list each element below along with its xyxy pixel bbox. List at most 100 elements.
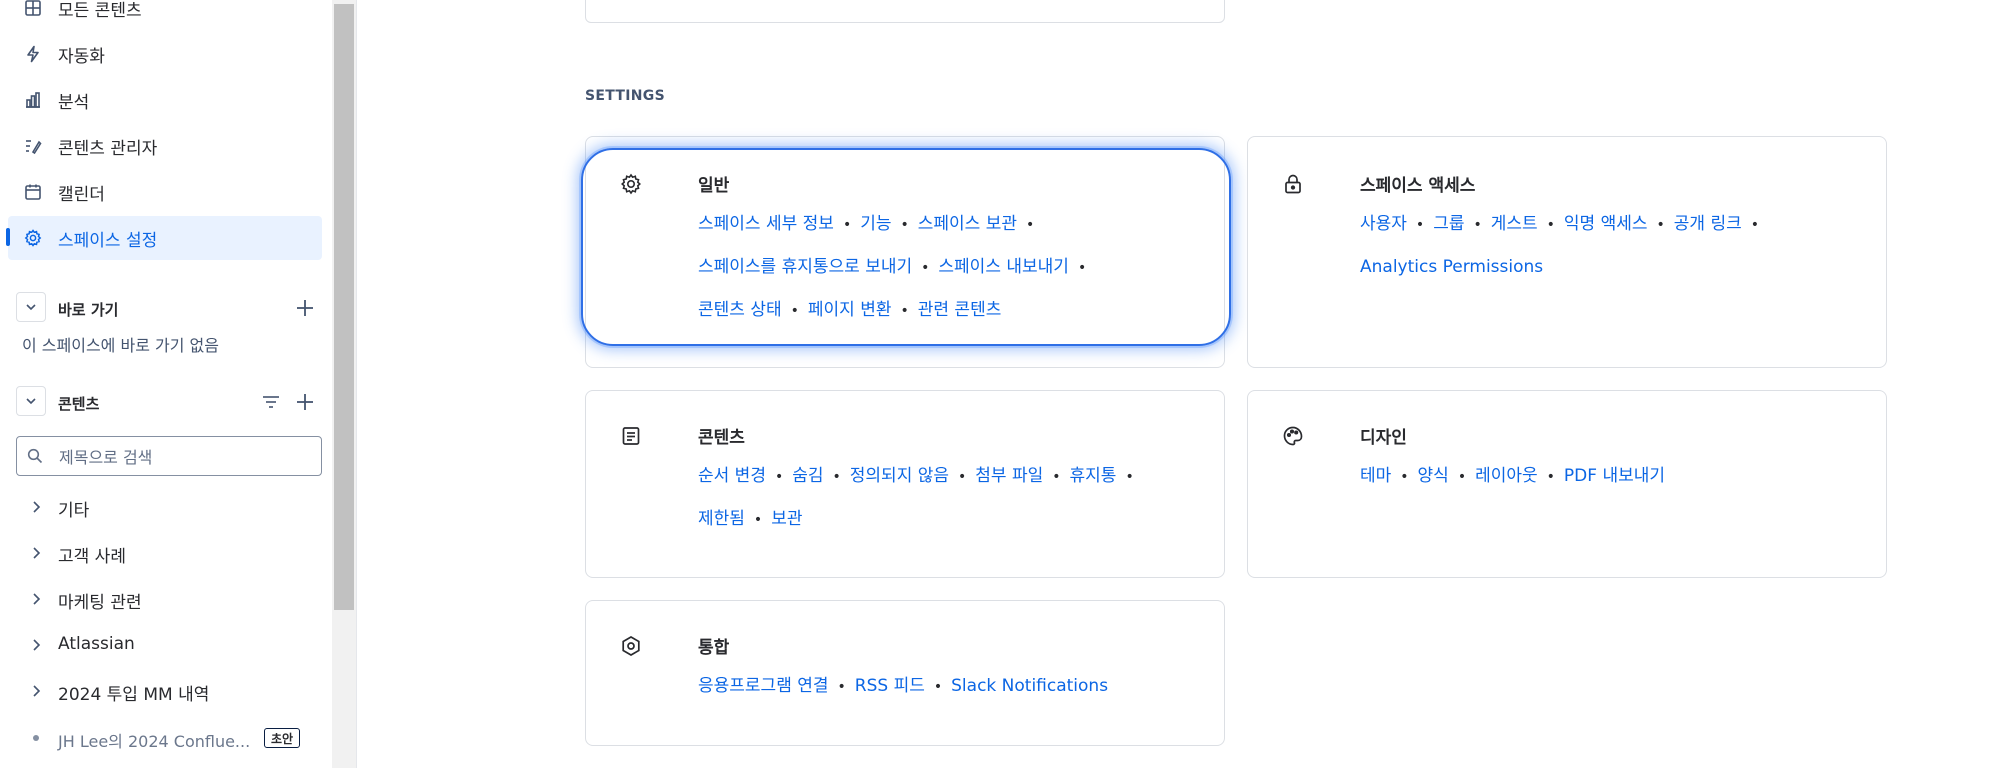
- card-design-title: 디자인: [1360, 428, 1407, 448]
- tree-item-label: Atlassian: [58, 634, 135, 654]
- tree-item-atlassian[interactable]: Atlassian: [8, 625, 322, 665]
- link-templates[interactable]: 양식: [1418, 466, 1449, 486]
- link-features[interactable]: 기능: [860, 214, 891, 234]
- link-guests[interactable]: 게스트: [1491, 214, 1538, 234]
- nav-item-content-manager[interactable]: 콘텐츠 관리자: [8, 124, 322, 168]
- link-app-connections[interactable]: 응용프로그램 연결: [698, 676, 829, 696]
- nav-item-space-settings[interactable]: 스페이스 설정: [8, 216, 322, 260]
- separator-dot: •: [1750, 217, 1760, 233]
- chevron-right-icon[interactable]: [28, 637, 44, 653]
- link-archived[interactable]: 보관: [771, 509, 802, 529]
- link-public-links[interactable]: 공개 링크: [1674, 214, 1742, 234]
- separator-dot: •: [1656, 217, 1665, 233]
- title-search-input[interactable]: [57, 443, 311, 471]
- search-icon: [27, 448, 43, 464]
- sidebar-scrollbar-thumb[interactable]: [334, 4, 354, 610]
- link-layout[interactable]: 레이아웃: [1475, 466, 1538, 486]
- link-export-space[interactable]: 스페이스 내보내기: [938, 257, 1069, 277]
- bullet-icon: [33, 735, 39, 741]
- separator-dot: •: [774, 469, 784, 485]
- card-space-access-title: 스페이스 액세스: [1360, 176, 1476, 196]
- separator-dot: •: [1026, 217, 1035, 233]
- calendar-icon: [25, 184, 41, 200]
- active-indicator: [6, 228, 10, 246]
- nav-item-label: 자동화: [58, 46, 105, 67]
- content-section-header: 콘텐츠: [16, 386, 322, 420]
- link-attachments[interactable]: 첨부 파일: [975, 466, 1043, 486]
- content-title: 콘텐츠: [58, 395, 100, 413]
- link-reorder[interactable]: 순서 변경: [698, 466, 766, 486]
- nav-item-automation[interactable]: 자동화: [8, 32, 322, 76]
- card-space-access-links: 사용자 • 그룹 • 게스트 • 익명 액세스 • 공개 링크 • Analytics Permi…: [1360, 203, 1866, 288]
- tree-item-label: 고객 사례: [58, 547, 126, 567]
- separator-dot: •: [921, 260, 930, 276]
- link-groups[interactable]: 그룹: [1433, 214, 1464, 234]
- previous-card: [585, 0, 1225, 23]
- link-archive-space[interactable]: 스페이스 보관: [918, 214, 1017, 234]
- card-design-links: 테마 • 양식 • 레이아웃 • PDF 내보내기: [1360, 455, 1866, 498]
- separator-dot: •: [837, 679, 846, 695]
- link-space-details[interactable]: 스페이스 세부 정보: [698, 214, 834, 234]
- nav-item-all-content[interactable]: 모든 콘텐츠: [8, 0, 322, 30]
- card-general-title: 일반: [698, 176, 730, 196]
- link-trash[interactable]: 휴지통: [1070, 466, 1117, 486]
- tree-item-etc[interactable]: 기타: [8, 487, 322, 527]
- separator-dot: •: [790, 303, 799, 319]
- link-pdf-export[interactable]: PDF 내보내기: [1564, 466, 1665, 486]
- separator-dot: •: [1415, 217, 1425, 233]
- shortcuts-empty-text: 이 스페이스에 바로 가기 없음: [22, 336, 219, 355]
- tree-item-label: 마케팅 관련: [58, 593, 142, 613]
- link-restricted[interactable]: 제한됨: [698, 509, 745, 529]
- link-content-status[interactable]: 콘텐츠 상태: [698, 300, 782, 320]
- gear-icon: [24, 229, 42, 247]
- separator-dot: •: [1546, 217, 1555, 233]
- link-anonymous-access[interactable]: 익명 액세스: [1564, 214, 1648, 234]
- tree-item-draft-page[interactable]: JH Lee의 2024 Conflue... 초안: [8, 718, 322, 758]
- link-users[interactable]: 사용자: [1360, 214, 1407, 234]
- content-collapse-button[interactable]: [16, 386, 46, 416]
- chevron-right-icon[interactable]: [28, 499, 44, 515]
- card-content-title: 콘텐츠: [698, 428, 745, 448]
- palette-icon: [1283, 426, 1303, 446]
- main-content: SETTINGS 일반 스페이스 세부 정보 • 기능 • 스페이스 보관 • 스페이스를…: [357, 0, 2000, 768]
- link-hidden[interactable]: 숨김: [792, 466, 823, 486]
- add-content-button[interactable]: [294, 391, 316, 413]
- link-page-conversion[interactable]: 페이지 변환: [808, 300, 892, 320]
- link-trash-space[interactable]: 스페이스를 휴지통으로 보내기: [698, 257, 912, 277]
- link-theme[interactable]: 테마: [1360, 466, 1391, 486]
- tree-item-customer-cases[interactable]: 고객 사례: [8, 533, 322, 573]
- title-search-box: [16, 436, 322, 476]
- nav-item-label: 캘린더: [58, 184, 105, 205]
- separator-dot: •: [1125, 469, 1134, 485]
- nav-item-calendar[interactable]: 캘린더: [8, 170, 322, 214]
- sidebar: 모든 콘텐츠 자동화 분석 콘텐츠 관리자 캘린더 스페이스 설정 바로 가기 …: [0, 0, 332, 768]
- card-space-access: 스페이스 액세스 사용자 • 그룹 • 게스트 • 익명 액세스 • 공개 링크 • Analyt…: [1247, 136, 1887, 368]
- add-shortcut-button[interactable]: [294, 297, 316, 319]
- card-integration-links: 응용프로그램 연결 • RSS 피드 • Slack Notifications: [698, 665, 1204, 708]
- chevron-right-icon[interactable]: [28, 591, 44, 607]
- nav-item-analytics[interactable]: 분석: [8, 78, 322, 122]
- link-undefined[interactable]: 정의되지 않음: [850, 466, 949, 486]
- shortcuts-collapse-button[interactable]: [16, 292, 46, 322]
- content-manager-icon: [26, 140, 42, 155]
- filter-icon[interactable]: [260, 391, 282, 413]
- card-content-links: 순서 변경 • 숨김 • 정의되지 않음 • 첨부 파일 • 휴지통 • 제한됨 • 보관: [698, 455, 1204, 541]
- card-integration: 통합 응용프로그램 연결 • RSS 피드 • Slack Notifications: [585, 600, 1225, 746]
- link-related-content[interactable]: 관련 콘텐츠: [918, 300, 1002, 320]
- lock-icon: [1285, 174, 1301, 194]
- link-rss-feed[interactable]: RSS 피드: [855, 676, 925, 696]
- card-general-links: 스페이스 세부 정보 • 기능 • 스페이스 보관 • 스페이스를 휴지통으로 보내기 • 스…: [698, 203, 1204, 332]
- nav-item-label: 스페이스 설정: [58, 230, 158, 251]
- link-analytics-permissions[interactable]: Analytics Permissions: [1360, 257, 1543, 277]
- tree-item-label: JH Lee의 2024 Conflue...: [58, 732, 251, 751]
- chevron-right-icon[interactable]: [28, 683, 44, 699]
- chevron-right-icon[interactable]: [28, 545, 44, 561]
- link-slack-notifications[interactable]: Slack Notifications: [951, 676, 1108, 696]
- tree-item-2024-mm[interactable]: 2024 투입 MM 내역: [8, 671, 322, 711]
- nav-item-label: 모든 콘텐츠: [58, 0, 142, 21]
- shortcuts-section-header: 바로 가기: [16, 292, 322, 326]
- document-icon: [622, 427, 640, 445]
- nav-item-label: 분석: [58, 92, 90, 113]
- tree-item-marketing[interactable]: 마케팅 관련: [8, 579, 322, 619]
- card-content: 콘텐츠 순서 변경 • 숨김 • 정의되지 않음 • 첨부 파일 • 휴지통 • 제한됨 • 보관: [585, 390, 1225, 578]
